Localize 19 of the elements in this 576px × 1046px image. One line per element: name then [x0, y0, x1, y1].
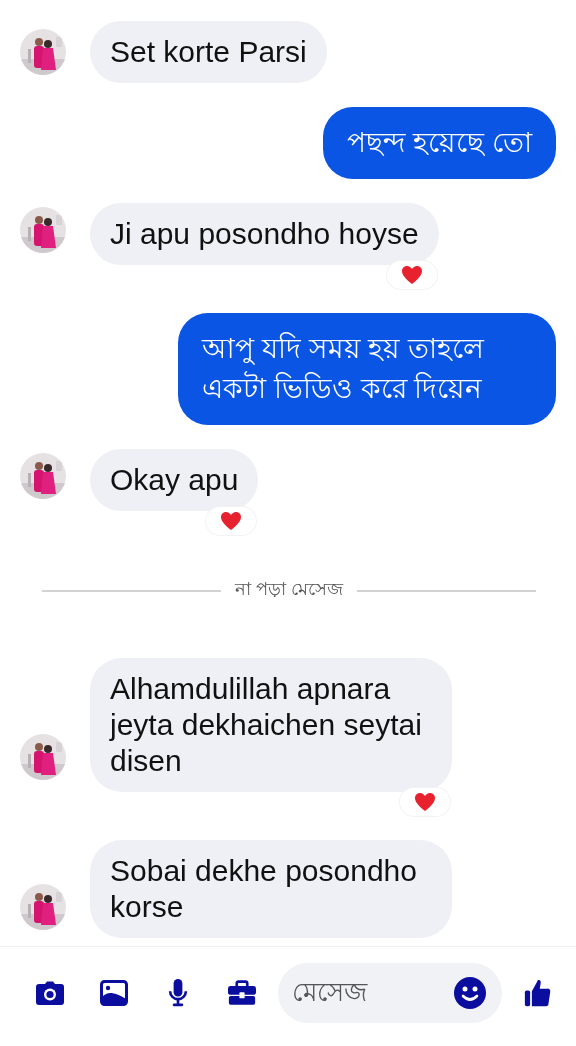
- message-bubble: Sobai dekhe posondho korse: [90, 840, 452, 938]
- emoji-icon[interactable]: [454, 976, 486, 1009]
- heart-icon: [220, 511, 243, 531]
- divider-label: না পড়া মেসেজ: [235, 578, 343, 601]
- heart-reaction[interactable]: [386, 261, 437, 289]
- image-icon: [100, 978, 128, 1007]
- heart-reaction[interactable]: [206, 507, 257, 535]
- message-bubble: আপু যদি সময় হয় তাহলে একটা ভিডিও করে দিয়েন: [178, 313, 556, 425]
- message-field[interactable]: মেসেজ: [278, 962, 502, 1023]
- thumbs-up-icon: [524, 978, 552, 1007]
- message-bubble: Set korte Parsi: [90, 21, 327, 83]
- message-bubble: Ji apu posondho hoyse: [90, 203, 439, 265]
- message-bubble: Okay apu: [90, 449, 259, 511]
- heart-icon: [414, 792, 436, 812]
- heart-icon: [400, 265, 423, 285]
- heart-reaction[interactable]: [400, 788, 450, 816]
- message-bubble: Alhamdulillah apnara jeyta dekhaichen seytai disen: [90, 658, 452, 792]
- briefcase-icon: [228, 978, 256, 1007]
- message-bubble: পছন্দ হয়েছে তো: [323, 107, 556, 179]
